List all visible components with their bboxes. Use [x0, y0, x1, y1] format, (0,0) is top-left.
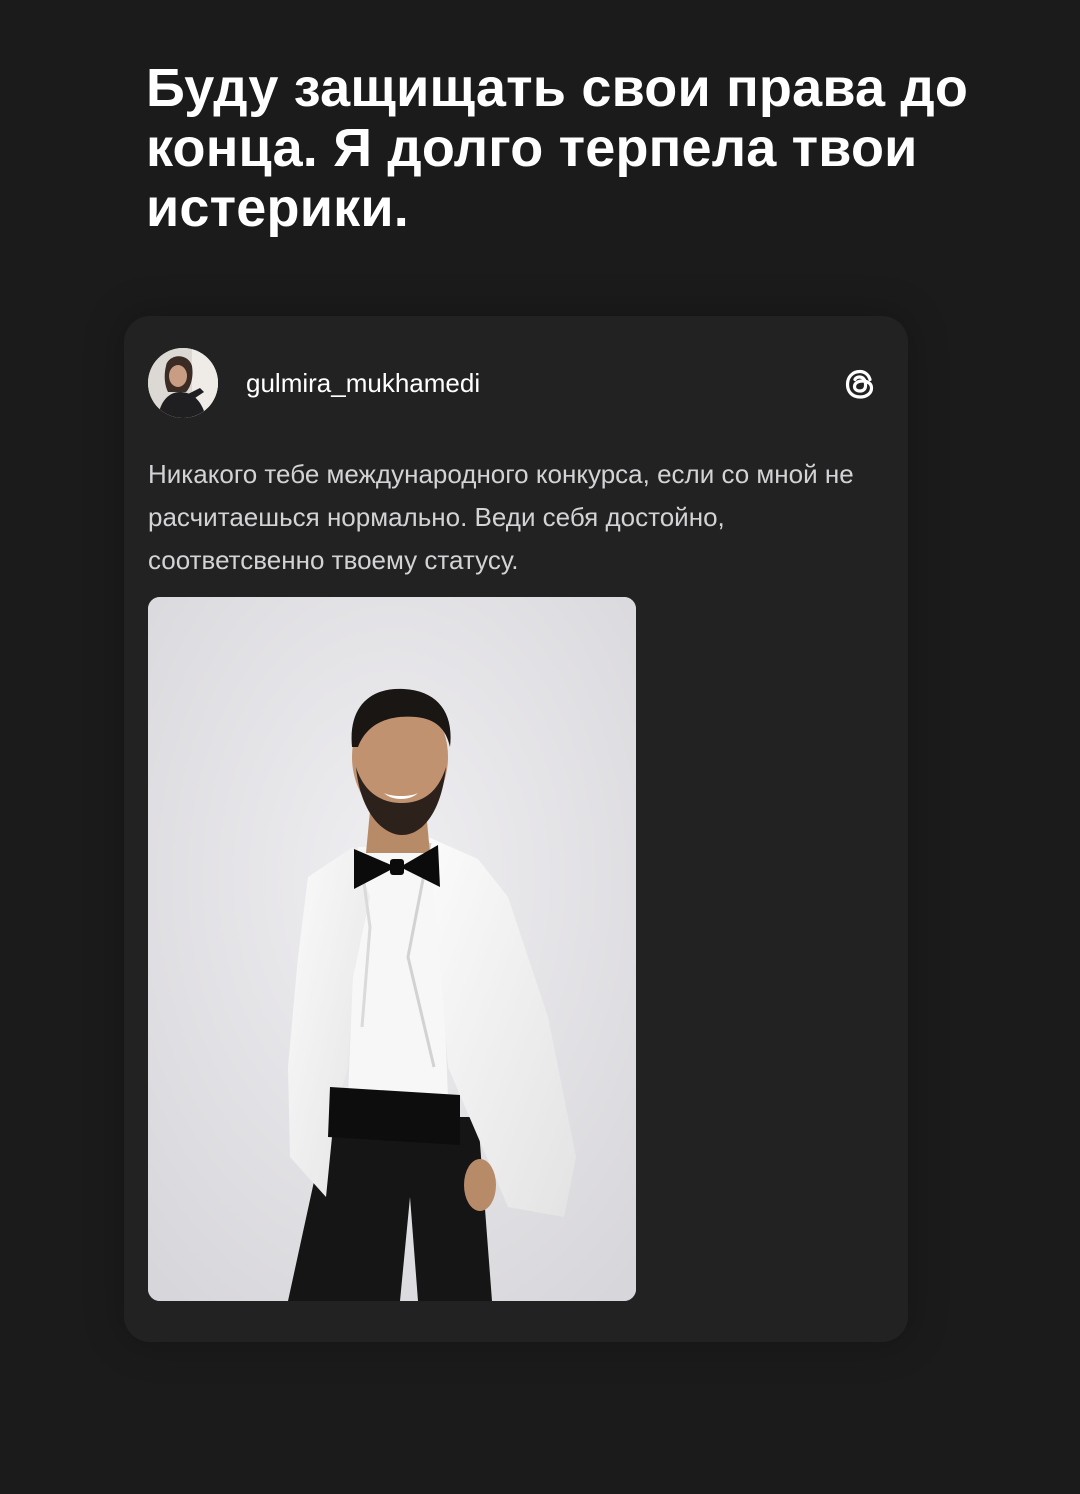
- avatar[interactable]: [148, 348, 218, 418]
- headline: Буду защищать свои права до конца. Я дол…: [146, 58, 969, 238]
- threads-logo-icon[interactable]: [840, 364, 880, 404]
- post-text: Никакого тебе международного конкурса, е…: [148, 459, 854, 575]
- username[interactable]: gulmira_mukhamedi: [246, 368, 480, 398]
- threads-post-card[interactable]: gulmira_mukhamedi Никакого тебе междунар…: [124, 316, 908, 1342]
- post-photo[interactable]: [148, 597, 636, 1301]
